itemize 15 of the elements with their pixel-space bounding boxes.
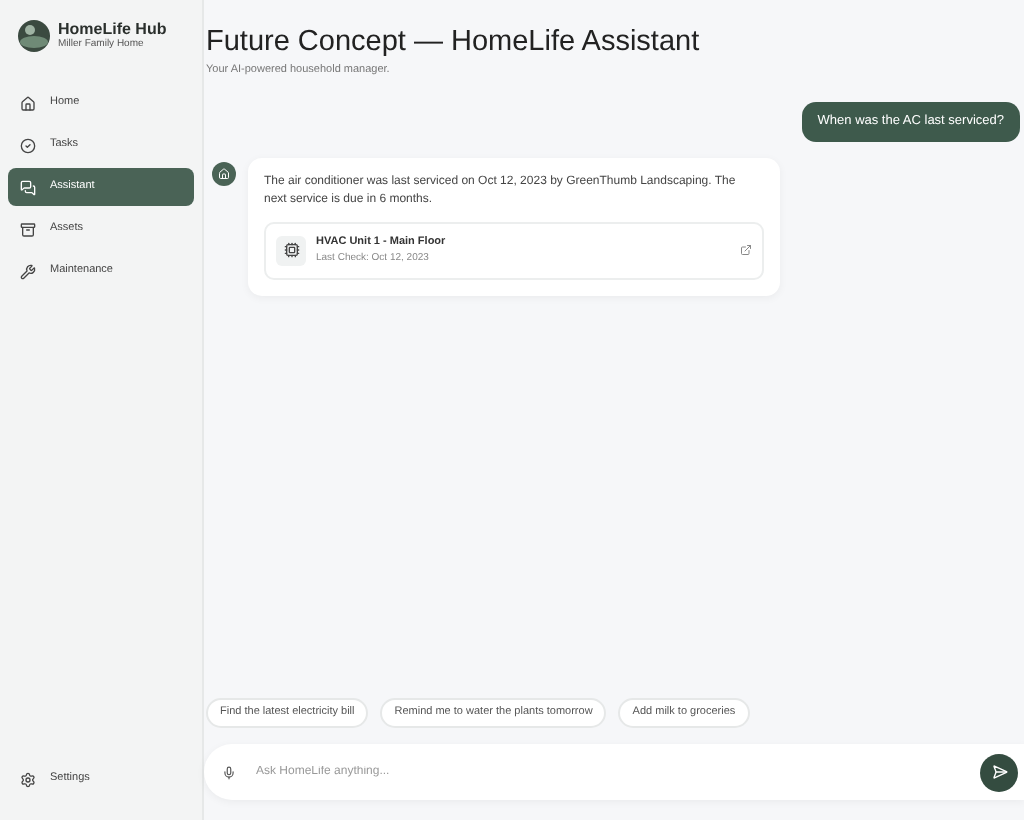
device-icon — [276, 235, 306, 266]
chat-icon — [20, 179, 36, 195]
check-circle-icon — [20, 137, 36, 153]
assistant-avatar-icon — [212, 162, 236, 186]
send-icon — [991, 764, 1007, 780]
send-button[interactable] — [980, 753, 1018, 791]
external-link-icon[interactable] — [740, 244, 752, 257]
microphone-icon[interactable] — [222, 765, 236, 779]
page-title: Future Concept — HomeLife Assistant — [206, 24, 702, 60]
home-icon — [20, 95, 36, 111]
settings-icon — [20, 771, 36, 787]
logo-icon — [18, 20, 50, 52]
wrench-icon — [20, 263, 36, 279]
brand-title: HomeLife Hub — [58, 20, 167, 38]
archive-icon — [20, 221, 36, 237]
